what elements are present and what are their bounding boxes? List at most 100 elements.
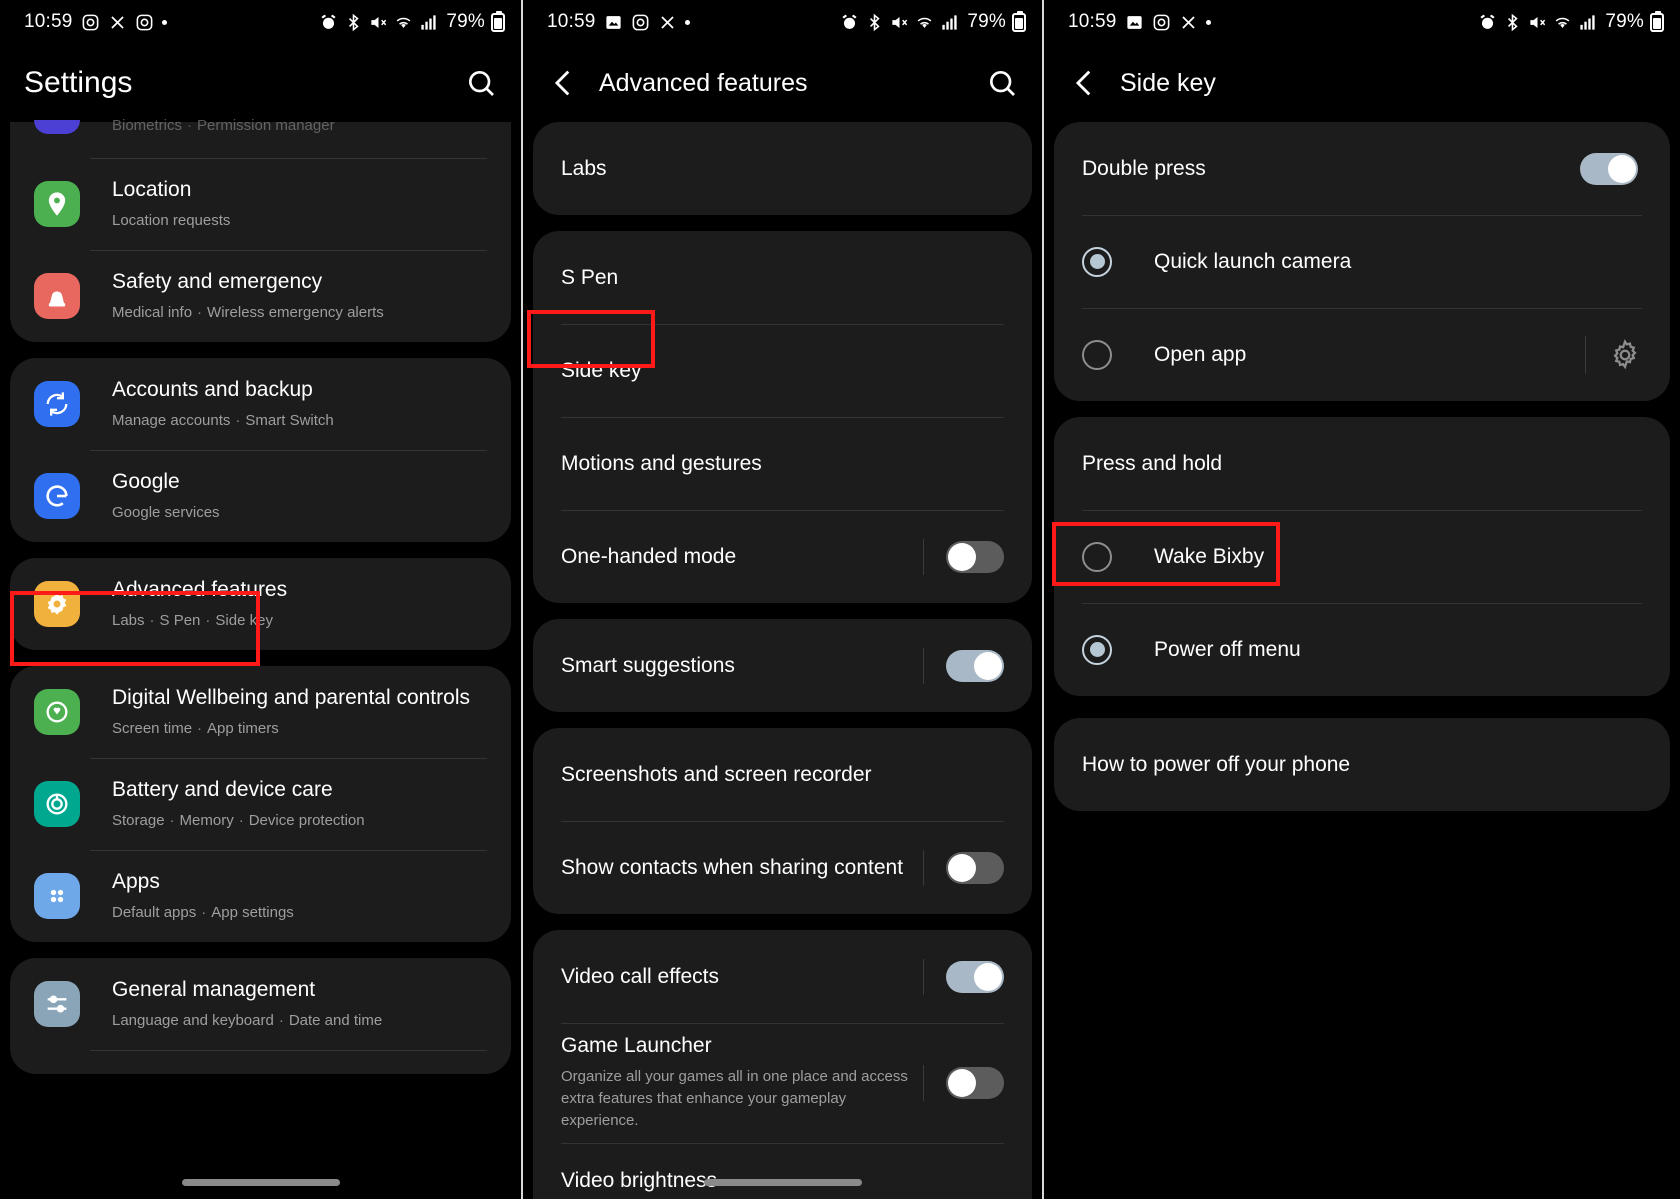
sidebar-item-google[interactable]: Google Google services (10, 450, 511, 542)
alarm-icon (319, 13, 338, 32)
list-item-title: Battery and device care (112, 778, 333, 802)
advanced-group-input: S Pen Side key Motions and gestures One-… (533, 231, 1032, 603)
wifi-icon (394, 13, 413, 32)
sliders-icon (34, 981, 80, 1027)
x-app-icon (108, 13, 127, 32)
list-item-title: Digital Wellbeing and parental controls (112, 686, 470, 710)
list-item-title: Location (112, 178, 192, 202)
list-item-side-key[interactable]: Side key (533, 324, 1032, 417)
titlebar-panel3: Side key (1044, 44, 1680, 122)
x-app-icon (658, 13, 677, 32)
panel-advanced-features: 10:59 79% Advanced features Labs S Pen S… (521, 0, 1042, 1199)
photos-icon (1125, 13, 1144, 32)
list-item-label: Side key (561, 358, 642, 382)
status-bar-right: 79% (1478, 10, 1664, 33)
titlebar-panel2: Advanced features (523, 44, 1042, 122)
toggle-wrap (923, 849, 1004, 886)
toggle-show-contacts[interactable] (946, 851, 1004, 884)
radio-item-quick-launch-camera[interactable]: Quick launch camera (1054, 215, 1670, 308)
sidebar-item-digital-wellbeing[interactable]: Digital Wellbeing and parental controls … (10, 666, 511, 758)
sidebar-item-advanced-features[interactable]: Advanced features Labs · S Pen · Side key (10, 558, 511, 650)
dot-indicator (161, 19, 167, 25)
back-chevron-icon[interactable] (1068, 66, 1102, 100)
gear-icon[interactable] (1608, 338, 1642, 372)
toggle-video-call-effects[interactable] (946, 960, 1004, 993)
status-bar-panel3: 10:59 79% (1044, 0, 1680, 44)
settings-group-general: General management Language and keyboard… (10, 958, 511, 1074)
list-item-video-call-effects[interactable]: Video call effects (533, 930, 1032, 1023)
list-item-screenshots-and-screen-recorder[interactable]: Screenshots and screen recorder (533, 728, 1032, 821)
list-item-label: One-handed mode (561, 544, 737, 568)
photos-icon (604, 13, 623, 32)
bluetooth-icon (344, 13, 363, 32)
radio-item-power-off-menu[interactable]: Power off menu (1054, 603, 1670, 696)
list-item-title: General management (112, 978, 316, 1002)
sync-icon (34, 381, 80, 427)
mute-icon (369, 13, 388, 32)
section-label: Double press (1082, 156, 1206, 180)
advanced-group-media: Video call effects Game Launcher Organiz… (533, 930, 1032, 1199)
list-item-label: Screenshots and screen recorder (561, 762, 872, 786)
dot-indicator (684, 19, 690, 25)
sidebar-item-location[interactable]: Location Location requests (10, 158, 511, 250)
settings-group-advanced: Advanced features Labs · S Pen · Side key (10, 558, 511, 650)
divider (1585, 335, 1586, 374)
battery-icon (491, 10, 505, 32)
radio-item-wake-bixby[interactable]: Wake Bixby (1054, 510, 1670, 603)
list-item-video-brightness[interactable]: Video brightness Normal (533, 1143, 1032, 1199)
device-care-icon (34, 781, 80, 827)
list-item-show-contacts-when-sharing[interactable]: Show contacts when sharing content (533, 821, 1032, 914)
list-item-label: Smart suggestions (561, 653, 735, 677)
list-item-label: Show contacts when sharing content (561, 855, 904, 879)
list-item-security-partial[interactable]: Biometrics · Permission manager (10, 117, 511, 158)
gear-wrap (1585, 335, 1642, 374)
panel-side-key: 10:59 79% Side key Double press Quick la… (1042, 0, 1680, 1199)
sidebar-item-battery-and-device-care[interactable]: Battery and device care Storage · Memory · D… (10, 758, 511, 850)
list-item-title: Apps (112, 870, 160, 894)
list-item-partial-bottom[interactable] (10, 1050, 511, 1074)
list-item-how-to-power-off[interactable]: How to power off your phone (1054, 718, 1670, 811)
wellbeing-icon (34, 689, 80, 735)
panel-settings: 10:59 79% Settings Biometrics · Permissi… (0, 0, 521, 1199)
list-item-subtitle: Manage accounts · Smart Switch (112, 411, 334, 429)
settings-group-security-partial: Biometrics · Permission manager Location L… (10, 117, 511, 342)
sidebar-item-general-management[interactable]: General management Language and keyboard… (10, 958, 511, 1050)
sidebar-item-accounts-and-backup[interactable]: Accounts and backup Manage accounts · Smar… (10, 358, 511, 450)
alarm-icon (1478, 13, 1497, 32)
list-item-smart-suggestions[interactable]: Smart suggestions (533, 619, 1032, 712)
signal-icon (1578, 13, 1597, 32)
radio-button[interactable] (1082, 339, 1112, 370)
instagram-icon (631, 13, 650, 32)
sidebar-item-apps[interactable]: Apps Default apps · App settings (10, 850, 511, 942)
radio-button[interactable] (1082, 246, 1112, 277)
search-icon[interactable] (465, 67, 497, 99)
radio-button[interactable] (1082, 541, 1112, 572)
radio-item-label: Quick launch camera (1154, 249, 1352, 273)
toggle-double-press[interactable] (1580, 152, 1638, 185)
status-time: 10:59 (24, 11, 73, 32)
radio-button[interactable] (1082, 634, 1112, 665)
sidebar-item-safety-and-emergency[interactable]: Safety and emergency Medical info · Wirele… (10, 250, 511, 342)
list-item-label: How to power off your phone (1082, 752, 1351, 776)
radio-item-open-app[interactable]: Open app (1054, 308, 1670, 401)
location-pin-icon (34, 181, 80, 227)
list-item-game-launcher[interactable]: Game Launcher Organize all your games al… (533, 1023, 1032, 1143)
list-item-subtitle: Language and keyboard · Date and time (112, 1011, 383, 1029)
toggle-one-handed-mode[interactable] (946, 540, 1004, 573)
toggle-smart-suggestions[interactable] (946, 649, 1004, 682)
apps-grid-icon (34, 873, 80, 919)
list-item-labs[interactable]: Labs (533, 122, 1032, 215)
battery-percent: 79% (967, 11, 1006, 32)
list-item-s-pen[interactable]: S Pen (533, 231, 1032, 324)
list-item-one-handed-mode[interactable]: One-handed mode (533, 510, 1032, 603)
list-item-title: Google (112, 470, 180, 494)
list-item-motions-and-gestures[interactable]: Motions and gestures (533, 417, 1032, 510)
list-item-subtitle: Medical info · Wireless emergency alerts (112, 303, 384, 321)
list-item-label: Video call effects (561, 964, 719, 988)
page-title: Settings (24, 66, 133, 99)
section-double-press[interactable]: Double press (1054, 122, 1670, 215)
toggle-game-launcher[interactable] (946, 1067, 1004, 1099)
search-icon[interactable] (986, 67, 1018, 99)
back-chevron-icon[interactable] (547, 66, 581, 100)
sidekey-group-double-press: Double press Quick launch camera Open ap… (1054, 122, 1670, 401)
